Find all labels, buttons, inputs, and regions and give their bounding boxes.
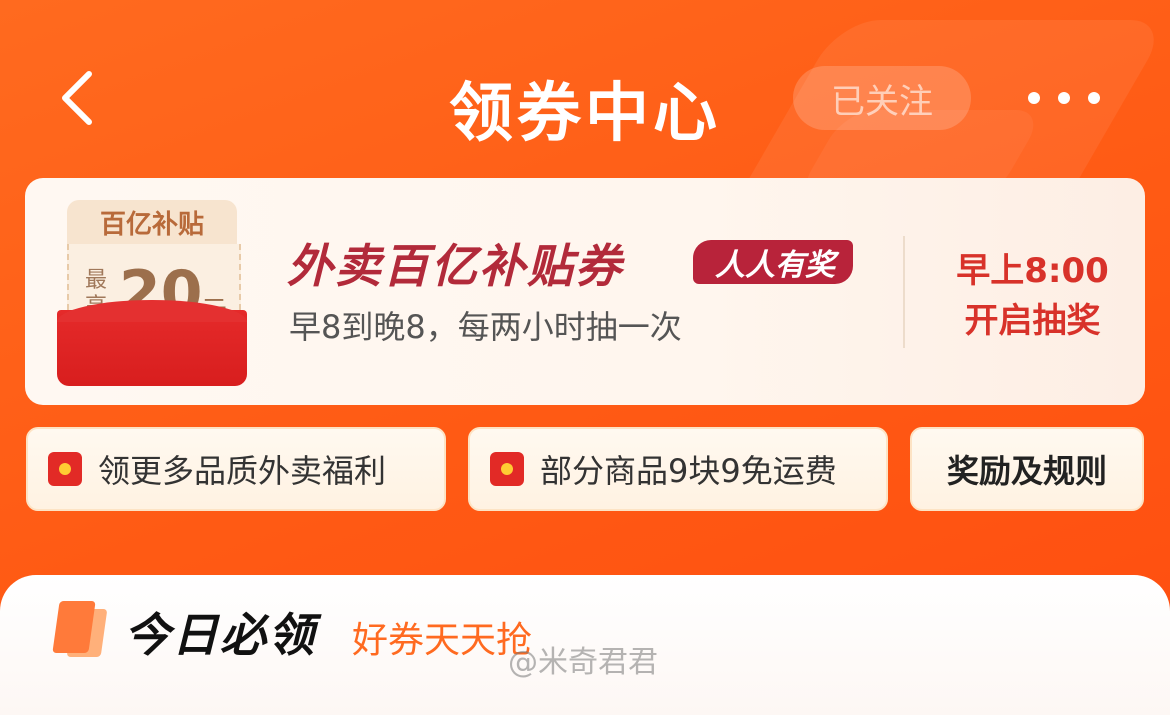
coupon-brand-label: 百亿补贴 (67, 200, 237, 244)
coupon-graphic: 百亿补贴 最高 20 元 (57, 200, 247, 390)
dot-icon (1058, 92, 1070, 104)
quick-link-label: 奖励及规则 (946, 452, 1107, 490)
header: 领券中心 已关注 (0, 40, 1170, 160)
banner-subtitle: 早8到晚8，每两小时抽一次 (289, 308, 682, 346)
section-title: 今日必领 (124, 608, 316, 662)
more-options-button[interactable] (1028, 80, 1100, 116)
quick-link-label: 领更多品质外卖福利 (98, 452, 387, 490)
quick-link-label: 部分商品9块9免运费 (540, 452, 837, 490)
draw-time-line2: 开启抽奖 (964, 301, 1101, 341)
divider (903, 236, 905, 348)
red-envelope-icon (57, 300, 247, 386)
draw-time: 早上8:00 开启抽奖 (950, 246, 1115, 346)
today-section: 今日必领 好券天天抢 @米奇君君 (0, 575, 1170, 715)
draw-time-line1: 早上8:00 (956, 251, 1109, 291)
watermark: @米奇君君 (508, 645, 658, 680)
banner-badge: 人人有奖 (693, 240, 853, 284)
page-title: 领券中心 (449, 77, 721, 151)
rules-button[interactable]: 奖励及规则 (910, 427, 1144, 511)
red-envelope-icon (490, 452, 524, 486)
quality-welfare-link[interactable]: 领更多品质外卖福利 (26, 427, 446, 511)
follow-button[interactable]: 已关注 (793, 66, 971, 130)
subsidy-coupon-banner[interactable]: 百亿补贴 最高 20 元 外卖百亿补贴券 人人有奖 早8到晚8，每两小时抽一次 … (25, 178, 1145, 405)
red-envelope-icon (48, 452, 82, 486)
section-subtitle: 好券天天抢 (352, 620, 533, 661)
coupon-stack-icon (52, 601, 108, 657)
free-shipping-link[interactable]: 部分商品9块9免运费 (468, 427, 888, 511)
dot-icon (1028, 92, 1040, 104)
banner-title: 外卖百亿补贴券 (287, 239, 623, 293)
dot-icon (1088, 92, 1100, 104)
